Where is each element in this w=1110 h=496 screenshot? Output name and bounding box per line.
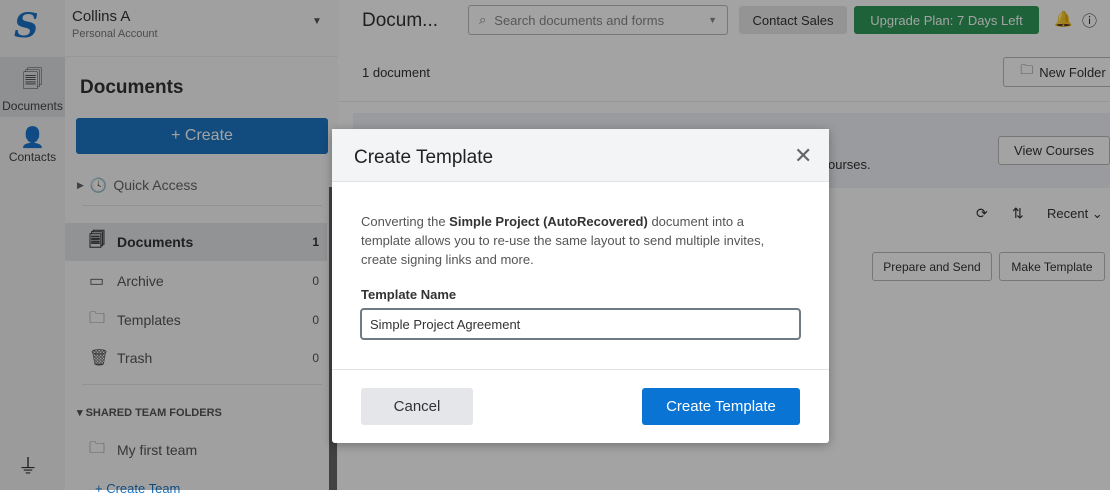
dialog-title: Create Template	[354, 147, 494, 168]
create-template-button[interactable]: Create Template	[642, 388, 800, 425]
close-icon[interactable]: ✕	[794, 143, 812, 169]
create-template-dialog: Create Template ✕ Converting the Simple …	[332, 129, 829, 443]
dialog-description: Converting the Simple Project (AutoRecov…	[361, 214, 765, 267]
cancel-button[interactable]: Cancel	[361, 388, 473, 425]
template-name-label: Template Name	[361, 287, 457, 302]
dialog-header: Create Template	[332, 129, 829, 182]
divider	[332, 369, 829, 370]
template-name-input[interactable]	[360, 308, 801, 340]
